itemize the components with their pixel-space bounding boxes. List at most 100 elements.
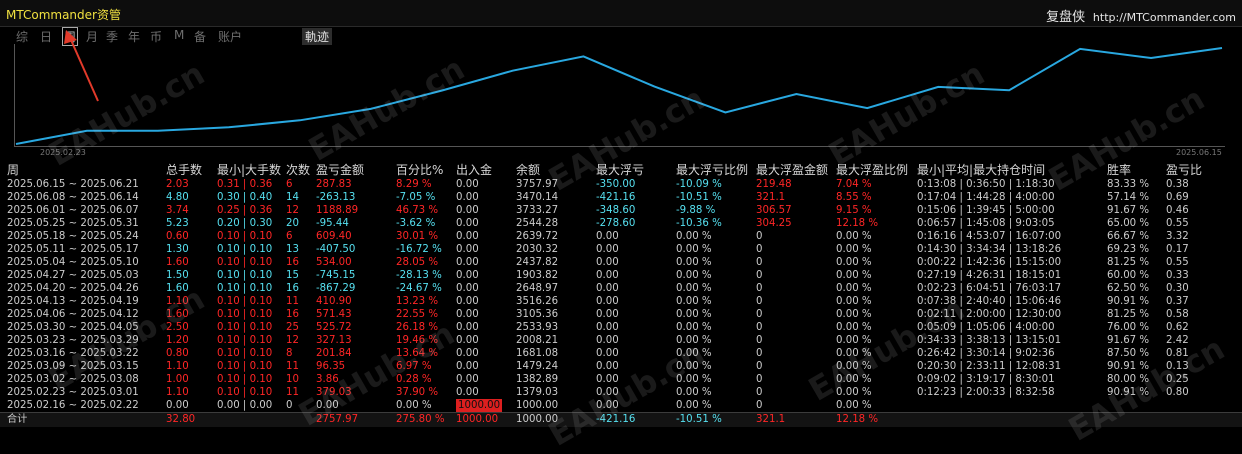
chart-start-date: 2025.02.23	[40, 148, 86, 157]
table-row[interactable]: 2025.06.08 ~ 2025.06.14 4.80 0.30 | 0.40 14…	[0, 191, 1242, 204]
weekly-report-table: 周 总手数 最小|大手数 次数 盈亏金额 百分比% 出入金 余额 最大浮亏 最大…	[0, 163, 1242, 427]
cell-maxdd-pct: 0.00 %	[676, 244, 712, 255]
tab-currency[interactable]: 币	[150, 28, 162, 45]
table-row[interactable]: 2025.06.01 ~ 2025.06.07 3.74 0.25 | 0.36 12…	[0, 204, 1242, 217]
cell-win: 69.23 %	[1107, 244, 1150, 255]
table-row[interactable]: 2025.03.09 ~ 2025.03.15 1.10 0.10 | 0.10 11…	[0, 360, 1242, 373]
cell-hold: 0:20:30 | 2:33:11 | 12:08:31	[917, 361, 1062, 372]
tab-note[interactable]: 备	[194, 28, 206, 45]
cell-maxfp-pct: 0.00 %	[836, 283, 872, 294]
table-header: 周 总手数 最小|大手数 次数 盈亏金额 百分比% 出入金 余额 最大浮亏 最大…	[0, 163, 1242, 178]
equity-chart-svg	[15, 47, 1223, 145]
cell-week: 2025.04.27 ~ 2025.05.03	[7, 270, 139, 281]
cell-maxdd-pct: 0.00 %	[676, 400, 712, 411]
cell-balance: 2648.97	[516, 283, 559, 294]
cell-lots: 1.50	[166, 270, 189, 281]
cell-minmax: 0.31 | 0.36	[217, 179, 273, 190]
cell-win: 57.14 %	[1107, 192, 1150, 203]
cell-balance: 3516.26	[516, 296, 559, 307]
header-count: 次数	[286, 163, 311, 177]
cell-hold: 0:27:19 | 4:26:31 | 18:15:01	[917, 270, 1062, 281]
tab-year[interactable]: 年	[128, 28, 140, 45]
cell-balance: 2437.82	[516, 257, 559, 268]
cell-pl: 0.55	[1166, 218, 1189, 229]
cell-maxfp: 0	[756, 322, 763, 333]
cell-io: 0.00	[456, 348, 479, 359]
table-row[interactable]: 2025.03.02 ~ 2025.03.08 1.00 0.10 | 0.10 10…	[0, 373, 1242, 386]
header-win-rate: 胜率	[1107, 163, 1132, 177]
table-row[interactable]: 2025.04.20 ~ 2025.04.26 1.60 0.10 | 0.10 16…	[0, 282, 1242, 295]
cell-lots: 1.60	[166, 257, 189, 268]
table-row[interactable]: 2025.05.04 ~ 2025.05.10 1.60 0.10 | 0.10 16…	[0, 256, 1242, 269]
table-row[interactable]: 2025.04.06 ~ 2025.04.12 1.60 0.10 | 0.10 16…	[0, 308, 1242, 321]
cell-minmax: 0.10 | 0.10	[217, 322, 273, 333]
cell-minmax: 0.20 | 0.30	[217, 218, 273, 229]
cell-minmax: 0.10 | 0.10	[217, 231, 273, 242]
cell-io: 0.00	[456, 296, 479, 307]
cell-maxfp: 0	[756, 387, 763, 398]
cell-win: 60.00 %	[1107, 270, 1150, 281]
cell-maxdd-pct: 0.00 %	[676, 335, 712, 346]
cell-lots: 1.60	[166, 283, 189, 294]
cell-count: 6	[286, 179, 293, 190]
cell-maxdd: 0.00	[596, 244, 619, 255]
cell-week: 2025.03.02 ~ 2025.03.08	[7, 374, 139, 385]
cell-maxdd: 0.00	[596, 257, 619, 268]
cell-minmax: 0.00 | 0.00	[217, 400, 273, 411]
total-in-out: 1000.00	[456, 414, 499, 425]
cell-hold: 0:26:42 | 3:30:14 | 9:02:36	[917, 348, 1055, 359]
cell-week: 2025.06.01 ~ 2025.06.07	[7, 205, 139, 216]
cell-lots: 1.10	[166, 387, 189, 398]
cell-hold: 0:06:57 | 1:45:08 | 9:03:05	[917, 218, 1055, 229]
brand-url[interactable]: http://MTCommander.com	[1093, 11, 1236, 24]
table-row[interactable]: 2025.05.11 ~ 2025.05.17 1.30 0.10 | 0.10 13…	[0, 243, 1242, 256]
cell-maxdd: 0.00	[596, 270, 619, 281]
cell-maxfp: 0	[756, 231, 763, 242]
cell-win: 90.91 %	[1107, 387, 1150, 398]
cell-io: 0.00	[456, 283, 479, 294]
tab-account[interactable]: 账户	[218, 28, 242, 45]
cell-lots: 0.60	[166, 231, 189, 242]
brand[interactable]: 复盘侠 http://MTCommander.com	[1046, 6, 1236, 25]
cell-io: 0.00	[456, 335, 479, 346]
cell-maxfp-pct: 0.00 %	[836, 374, 872, 385]
table-row[interactable]: 2025.03.30 ~ 2025.04.05 2.50 0.10 | 0.10 25…	[0, 321, 1242, 334]
cell-hold: 0:16:16 | 4:53:07 | 16:07:00	[917, 231, 1062, 242]
cell-pnl: 609.40	[316, 231, 352, 242]
cell-hold: 0:00:22 | 1:42:36 | 15:15:00	[917, 257, 1062, 268]
cell-week: 2025.05.11 ~ 2025.05.17	[7, 244, 139, 255]
cell-count: 25	[286, 322, 299, 333]
table-row[interactable]: 2025.06.15 ~ 2025.06.21 2.03 0.31 | 0.36 6 2…	[0, 178, 1242, 191]
cell-maxdd-pct: 0.00 %	[676, 270, 712, 281]
table-row[interactable]: 2025.03.16 ~ 2025.03.22 0.80 0.10 | 0.10 8 2…	[0, 347, 1242, 360]
cell-pct: 13.23 %	[396, 296, 439, 307]
cell-maxdd-pct: -10.09 %	[676, 179, 722, 190]
cell-maxdd: 0.00	[596, 387, 619, 398]
tab-track[interactable]: 軌迹	[302, 28, 333, 45]
table-body: 2025.06.15 ~ 2025.06.21 2.03 0.31 | 0.36 6 2…	[0, 178, 1242, 412]
cell-io: 0.00	[456, 192, 479, 203]
table-row[interactable]: 2025.05.18 ~ 2025.05.24 0.60 0.10 | 0.10 6 6…	[0, 230, 1242, 243]
table-row[interactable]: 2025.03.23 ~ 2025.03.29 1.20 0.10 | 0.10 12…	[0, 334, 1242, 347]
cell-balance: 1681.08	[516, 348, 559, 359]
cell-count: 11	[286, 387, 299, 398]
table-row[interactable]: 2025.04.27 ~ 2025.05.03 1.50 0.10 | 0.10 15…	[0, 269, 1242, 282]
cell-pl: 0.58	[1166, 309, 1189, 320]
cell-maxfp-pct: 0.00 %	[836, 322, 872, 333]
tab-magic[interactable]: M	[174, 28, 184, 42]
cell-maxfp: 306.57	[756, 205, 792, 216]
cell-pnl: -407.50	[316, 244, 356, 255]
cell-maxfp-pct: 0.00 %	[836, 231, 872, 242]
table-row[interactable]: 2025.02.16 ~ 2025.02.22 0.00 0.00 | 0.00 0 0…	[0, 399, 1242, 412]
cell-io: 0.00	[456, 361, 479, 372]
cell-count: 10	[286, 374, 299, 385]
cell-win: 81.25 %	[1107, 309, 1150, 320]
cell-week: 2025.04.06 ~ 2025.04.12	[7, 309, 139, 320]
cell-balance: 1382.89	[516, 374, 559, 385]
table-row[interactable]: 2025.04.13 ~ 2025.04.19 1.10 0.10 | 0.10 11…	[0, 295, 1242, 308]
cell-maxdd-pct: 0.00 %	[676, 374, 712, 385]
table-row[interactable]: 2025.02.23 ~ 2025.03.01 1.10 0.10 | 0.10 11…	[0, 386, 1242, 399]
table-row[interactable]: 2025.05.25 ~ 2025.05.31 5.23 0.20 | 0.30 20…	[0, 217, 1242, 230]
cell-lots: 5.23	[166, 218, 189, 229]
cell-week: 2025.03.09 ~ 2025.03.15	[7, 361, 139, 372]
